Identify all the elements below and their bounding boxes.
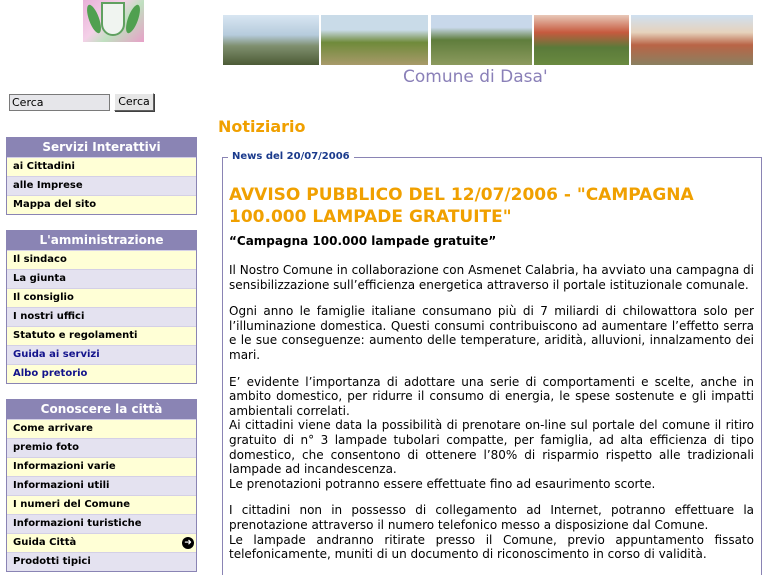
news-paragraph: Ai cittadini viene data la possibilità d… <box>229 418 754 477</box>
menu-item-label: Guida Città <box>13 537 77 548</box>
menu-item-prodotti-tipici[interactable]: Prodotti tipici <box>7 552 196 571</box>
menu-item-ai-cittadini[interactable]: ai Cittadini <box>7 157 196 176</box>
menu-servizi-interattivi: Servizi Interattivi ai Cittadini alle Im… <box>6 137 197 215</box>
news-date-legend: News del 20/07/2006 <box>228 151 354 162</box>
menu-item-i-nostri-uffici[interactable]: I nostri uffici <box>7 307 196 326</box>
news-paragraph: I cittadini non in possesso di collegame… <box>229 503 754 532</box>
comune-logo <box>83 0 144 42</box>
menu-item-il-consiglio[interactable]: Il consiglio <box>7 288 196 307</box>
menu-item-guida-citta[interactable]: Guida Città ➜ <box>7 533 196 552</box>
search-button[interactable]: Cerca <box>114 93 154 111</box>
menu-item-i-numeri-del-comune[interactable]: I numeri del Comune <box>7 495 196 514</box>
header-photo-2 <box>321 15 428 65</box>
news-paragraph: Il Nostro Comune in collaborazione con A… <box>229 263 754 292</box>
logo-leaf-right <box>123 3 143 35</box>
news-paragraph: Le prenotazioni potranno essere effettua… <box>229 476 656 491</box>
menu-item-guida-ai-servizi[interactable]: Guida ai servizi <box>7 345 196 364</box>
logo-shield <box>101 2 125 36</box>
arrow-right-icon: ➜ <box>182 537 194 549</box>
news-paragraph: Ogni anno le famiglie italiane consumano… <box>229 304 754 362</box>
header-photo-3 <box>431 15 532 65</box>
header-photo-1 <box>223 15 319 65</box>
menu-header: L'amministrazione <box>7 231 196 250</box>
menu-item-informazioni-utili[interactable]: Informazioni utili <box>7 476 196 495</box>
menu-item-informazioni-turistiche[interactable]: Informazioni turistiche <box>7 514 196 533</box>
menu-header: Servizi Interattivi <box>7 138 196 157</box>
header-photo-5 <box>631 15 753 65</box>
menu-item-alle-imprese[interactable]: alle Imprese <box>7 176 196 195</box>
page-heading: Notiziario <box>218 117 306 136</box>
menu-item-come-arrivare[interactable]: Come arrivare <box>7 419 196 438</box>
menu-header: Conoscere la città <box>7 400 196 419</box>
menu-item-mappa-del-sito[interactable]: Mappa del sito <box>7 195 196 214</box>
menu-amministrazione: L'amministrazione Il sindaco La giunta I… <box>6 230 197 384</box>
header-photo-strip <box>223 15 753 65</box>
news-paragraph: Le lampade andranno ritirate presso il C… <box>229 532 754 562</box>
menu-item-informazioni-varie[interactable]: Informazioni varie <box>7 457 196 476</box>
menu-item-la-giunta[interactable]: La giunta <box>7 269 196 288</box>
news-title: AVVISO PUBBLICO DEL 12/07/2006 - "CAMPAG… <box>229 185 694 227</box>
news-subtitle: “Campagna 100.000 lampade gratuite” <box>229 234 497 248</box>
header-photo-4 <box>534 15 629 65</box>
menu-item-il-sindaco[interactable]: Il sindaco <box>7 250 196 269</box>
news-paragraph: E’ evidente l’importanza di adottare una… <box>229 374 754 418</box>
menu-conoscere-la-citta: Conoscere la città Come arrivare premio … <box>6 399 197 572</box>
menu-item-premio-foto[interactable]: premio foto <box>7 438 196 457</box>
search-input[interactable] <box>9 94 110 111</box>
menu-item-albo-pretorio[interactable]: Albo pretorio <box>7 364 196 383</box>
site-title: Comune di Dasa' <box>403 67 548 87</box>
news-article: AVVISO PUBBLICO DEL 12/07/2006 - "CAMPAG… <box>229 184 754 562</box>
menu-item-statuto-e-regolamenti[interactable]: Statuto e regolamenti <box>7 326 196 345</box>
